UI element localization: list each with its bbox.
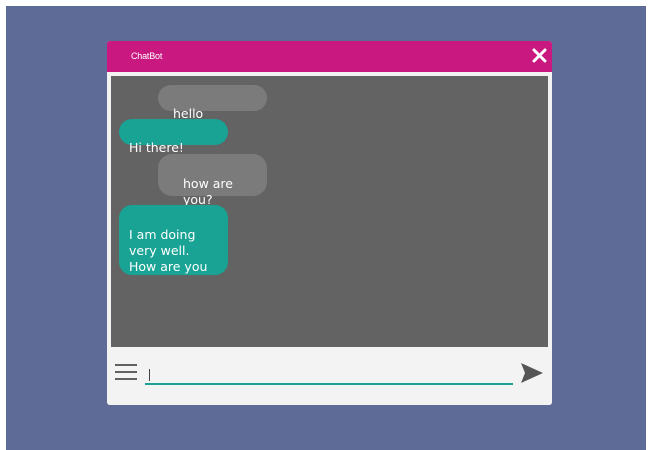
text-cursor [149,369,150,381]
message-list[interactable]: hello Hi there! how are you? I am doing … [111,76,548,347]
close-button[interactable] [532,48,547,63]
send-icon [521,363,543,383]
menu-button[interactable] [115,364,137,382]
chat-titlebar: ChatBot [107,41,552,72]
message-bubble-bot: Hi there! [119,119,228,155]
message-bubble-user: how are you? [158,154,267,207]
input-bar [107,347,552,405]
message-text: I am doing very well. How are you [129,227,208,274]
message-bubble-bot: I am doing very well. How are you [119,205,228,275]
message-bubble-user: hello [158,85,267,121]
message-text: how are you? [183,176,233,207]
message-text: Hi there! [129,140,184,155]
message-input[interactable] [145,363,513,385]
send-button[interactable] [520,362,544,384]
chat-title: ChatBot [131,51,163,61]
hamburger-menu-icon [115,364,137,380]
chat-window: ChatBot hello Hi there! how are you? I a… [107,41,552,405]
close-icon [532,48,547,63]
